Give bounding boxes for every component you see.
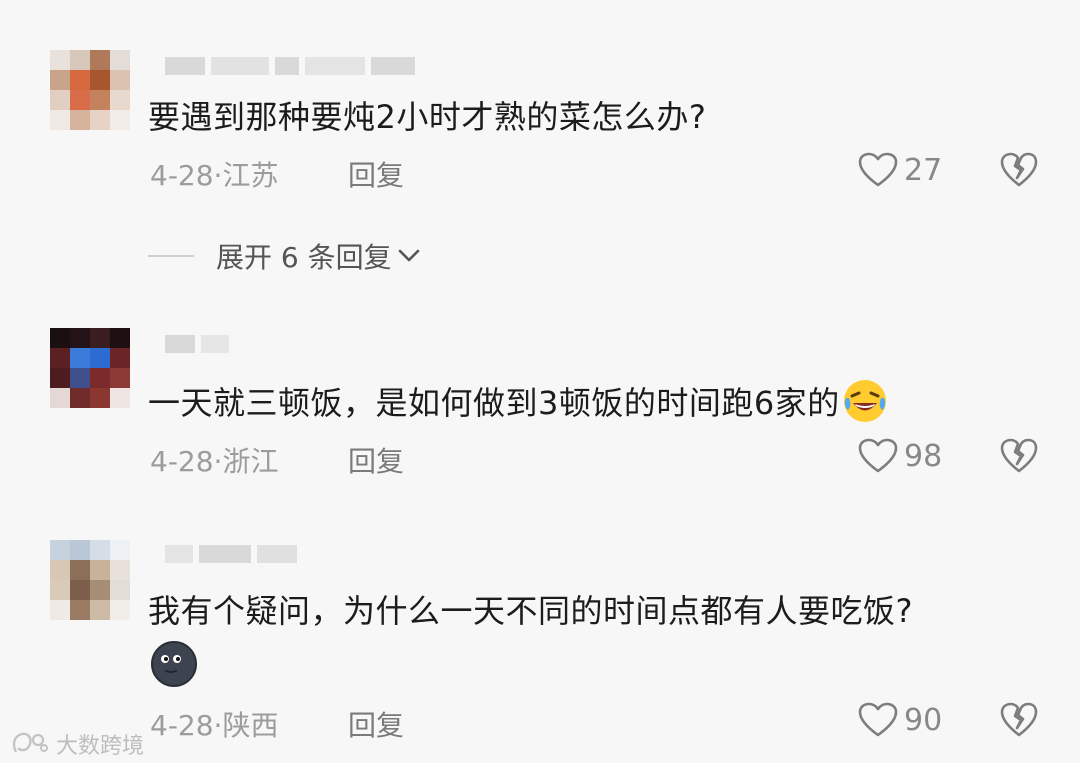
watermark-text: 大数跨境 xyxy=(56,734,145,759)
laughing-crying-emoji-icon xyxy=(842,378,888,432)
like-count: 90 xyxy=(904,702,943,738)
reply-button[interactable]: 回复 xyxy=(348,440,404,480)
heart-icon xyxy=(858,702,898,737)
reply-button[interactable]: 回复 xyxy=(348,154,404,194)
watermark: 大数跨境 xyxy=(10,728,144,760)
divider xyxy=(148,255,194,257)
username-blurred[interactable] xyxy=(165,540,297,568)
broken-heart-icon xyxy=(1000,152,1038,187)
reply-button[interactable]: 回复 xyxy=(348,704,404,744)
comment-text-content: 一天就三顿饭，是如何做到3顿饭的时间跑6家的 xyxy=(148,384,840,422)
like-button[interactable]: 27 xyxy=(858,152,942,188)
heart-icon xyxy=(858,152,898,187)
avatar[interactable] xyxy=(50,328,130,408)
broken-heart-icon xyxy=(1000,702,1038,737)
dislike-button[interactable] xyxy=(1000,152,1038,192)
comment-date-location: 4-28·陕西 xyxy=(150,709,279,742)
expand-replies-label: 展开 6 条回复 xyxy=(216,241,392,274)
username-blurred[interactable] xyxy=(165,52,415,80)
dislike-button[interactable] xyxy=(1000,702,1038,742)
avatar[interactable] xyxy=(50,50,130,130)
like-button[interactable]: 90 xyxy=(858,702,942,738)
like-count: 27 xyxy=(904,152,943,188)
broken-heart-icon xyxy=(1000,438,1038,473)
comment-text: 要遇到那种要炖2小时才熟的菜怎么办? xyxy=(148,98,707,136)
watermark-logo-icon xyxy=(12,732,48,753)
like-button[interactable]: 98 xyxy=(858,438,942,474)
dark-moon-face-emoji-icon xyxy=(150,640,198,692)
comment-text: 我有个疑问，为什么一天不同的时间点都有人要吃饭? xyxy=(148,592,913,630)
username-blurred[interactable] xyxy=(165,330,229,358)
chevron-down-icon xyxy=(398,249,419,262)
comment-date-location: 4-28·江苏 xyxy=(150,159,279,192)
dislike-button[interactable] xyxy=(1000,438,1038,478)
like-count: 98 xyxy=(904,438,943,474)
heart-icon xyxy=(858,438,898,473)
avatar[interactable] xyxy=(50,540,130,620)
comment-text: 一天就三顿饭，是如何做到3顿饭的时间跑6家的 xyxy=(148,378,888,432)
expand-replies-button[interactable]: 展开 6 条回复 xyxy=(148,236,422,276)
comment-date-location: 4-28·浙江 xyxy=(150,445,279,478)
